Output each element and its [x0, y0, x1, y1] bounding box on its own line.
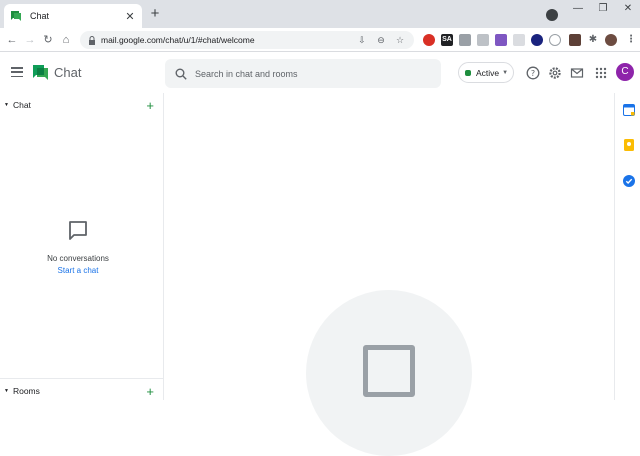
gmail-envelope-icon[interactable]: [570, 66, 584, 80]
reload-icon[interactable]: ↻: [40, 32, 56, 48]
tab-close-icon[interactable]: ✕: [124, 10, 136, 23]
bookmark-star-icon[interactable]: ☆: [394, 34, 406, 46]
chat-bubble-icon: [69, 221, 87, 240]
app-header: Chat Search in chat and rooms Active ▼ ?…: [0, 53, 640, 93]
extension-7-icon[interactable]: [531, 34, 543, 46]
calendar-icon[interactable]: [623, 104, 635, 116]
profile-avatar-icon[interactable]: [605, 34, 617, 46]
search-icon: [175, 68, 187, 80]
extension-4-icon[interactable]: [477, 34, 489, 46]
google-chat-logo-icon: [33, 65, 48, 80]
browser-toolbar: ← → ↻ ⌂ mail.google.com/chat/u/1/#chat/w…: [0, 28, 640, 52]
window-maximize-button[interactable]: ❐: [593, 2, 613, 16]
start-chat-link[interactable]: Start a chat: [0, 266, 156, 275]
install-app-icon[interactable]: ⇩: [356, 34, 368, 46]
extension-1-icon[interactable]: [423, 34, 435, 46]
window-close-button[interactable]: ✕: [618, 2, 638, 16]
extension-8-icon[interactable]: [549, 34, 561, 46]
forward-arrow-icon[interactable]: →: [22, 32, 38, 48]
app-title: Chat: [54, 65, 82, 80]
collapse-triangle-icon[interactable]: ▼: [4, 102, 9, 108]
search-input[interactable]: Search in chat and rooms: [165, 59, 441, 88]
chat-favicon-icon: [11, 11, 21, 21]
zoom-icon[interactable]: ⊖: [375, 34, 387, 46]
settings-gear-icon[interactable]: [548, 66, 562, 80]
chat-section-label: Chat: [12, 100, 31, 110]
extension-sa-icon[interactable]: SA: [441, 34, 453, 46]
tasks-icon[interactable]: [623, 175, 635, 187]
lock-icon: [89, 35, 95, 45]
add-room-button[interactable]: +: [146, 385, 154, 398]
welcome-illustration-icon: [363, 345, 415, 397]
status-label: Active: [476, 67, 500, 78]
rooms-section-header[interactable]: ▼ Rooms +: [0, 381, 164, 401]
extension-9-icon[interactable]: [569, 34, 581, 46]
no-conversations-text: No conversations: [47, 254, 109, 263]
svg-text:?: ?: [531, 69, 535, 78]
left-sidebar: ▼ Chat + No conversations Start a chat ▼…: [0, 93, 164, 400]
hamburger-menu-icon[interactable]: [11, 67, 23, 78]
address-url: mail.google.com/chat/u/1/#chat/welcome: [101, 35, 255, 45]
browser-profile-icon[interactable]: [546, 9, 558, 21]
browser-menu-icon[interactable]: ⋮: [625, 34, 637, 46]
back-arrow-icon[interactable]: ←: [4, 32, 20, 48]
extension-3-icon[interactable]: [459, 34, 471, 46]
chat-section-header[interactable]: ▼ Chat +: [0, 95, 164, 115]
help-icon[interactable]: ?: [526, 66, 540, 80]
keep-notes-icon[interactable]: [623, 139, 635, 151]
extensions-puzzle-icon[interactable]: ✱: [587, 34, 599, 46]
status-dot-icon: [465, 69, 471, 76]
collapse-triangle-icon[interactable]: ▼: [4, 388, 9, 394]
rooms-section-label: Rooms: [12, 386, 40, 396]
browser-tab-chat[interactable]: Chat ✕: [4, 4, 142, 28]
search-placeholder: Search in chat and rooms: [195, 68, 298, 79]
address-bar[interactable]: mail.google.com/chat/u/1/#chat/welcome ⇩…: [80, 31, 414, 49]
status-dropdown[interactable]: Active ▼: [458, 62, 514, 83]
add-chat-button[interactable]: +: [146, 99, 154, 112]
right-side-panel: [614, 93, 640, 400]
extension-5-icon[interactable]: [495, 34, 507, 46]
new-tab-button[interactable]: +: [147, 6, 163, 22]
apps-grid-icon[interactable]: [594, 66, 608, 80]
window-minimize-button[interactable]: —: [568, 2, 588, 16]
chevron-down-icon: ▼: [502, 69, 509, 76]
browser-tabstrip: Chat ✕ + — ❐ ✕: [0, 0, 640, 28]
tab-title: Chat: [30, 11, 50, 21]
sidebar-divider: [0, 378, 164, 379]
extension-6-icon[interactable]: [513, 34, 525, 46]
account-avatar[interactable]: C: [616, 63, 634, 81]
home-icon[interactable]: ⌂: [58, 32, 74, 48]
